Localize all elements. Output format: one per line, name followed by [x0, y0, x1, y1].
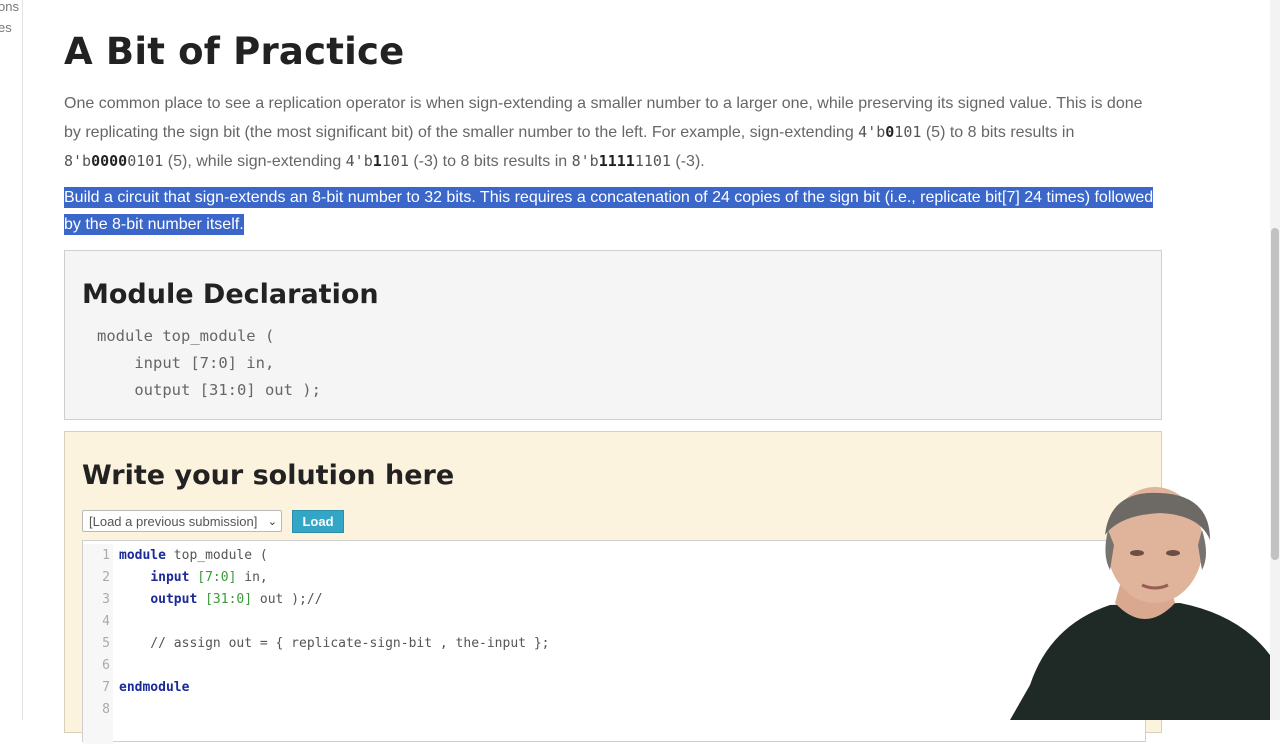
sidebar-fragment[interactable]: es	[0, 20, 12, 35]
example-literal: 4'b0101	[858, 123, 922, 141]
code-line: 4	[102, 614, 110, 629]
solution-title: Write your solution here	[82, 460, 455, 491]
sidebar-fragment[interactable]: ons	[0, 0, 19, 14]
code-line: 1 module top_module (	[102, 548, 268, 563]
code-line: 3 output [31:0] out );//	[102, 592, 323, 607]
presenter-webcam-overlay	[1010, 485, 1280, 720]
solution-panel: Write your solution here [Load a previou…	[64, 431, 1162, 744]
code-line: 7 endmodule	[102, 680, 190, 695]
selected-text: Build a circuit that sign-extends an 8-b…	[64, 187, 1154, 235]
left-sidebar-edge: ons es	[0, 0, 23, 720]
code-line: 6	[102, 658, 110, 673]
page-title: A Bit of Practice	[64, 30, 405, 73]
task-description: Build a circuit that sign-extends an 8-b…	[64, 184, 1162, 238]
example-literal: 8'b11111101	[571, 152, 671, 170]
code-editor[interactable]: 1 module top_module ( 2 input [7:0] in, …	[82, 540, 1146, 744]
module-declaration-code: module top_module ( input [7:0] in, outp…	[97, 327, 321, 399]
example-literal: 8'b00000101	[64, 152, 164, 170]
code-line: 8	[102, 702, 110, 717]
previous-submission-select[interactable]: [Load a previous submission] ⌄	[82, 510, 282, 532]
code-line: 5 // assign out = { replicate-sign-bit ,…	[102, 636, 550, 651]
select-value: [Load a previous submission]	[89, 514, 258, 529]
intro-paragraph: One common place to see a replication op…	[64, 95, 1143, 170]
load-button[interactable]: Load	[292, 510, 344, 533]
code-line: 2 input [7:0] in,	[102, 570, 268, 585]
module-declaration-panel: Module Declaration module top_module ( i…	[64, 250, 1162, 420]
example-literal: 4'b1101	[345, 152, 409, 170]
scrollbar-thumb[interactable]	[1271, 228, 1279, 560]
chevron-down-icon: ⌄	[267, 516, 277, 528]
page-scrollbar[interactable]	[1270, 0, 1280, 720]
module-declaration-title: Module Declaration	[82, 279, 379, 310]
